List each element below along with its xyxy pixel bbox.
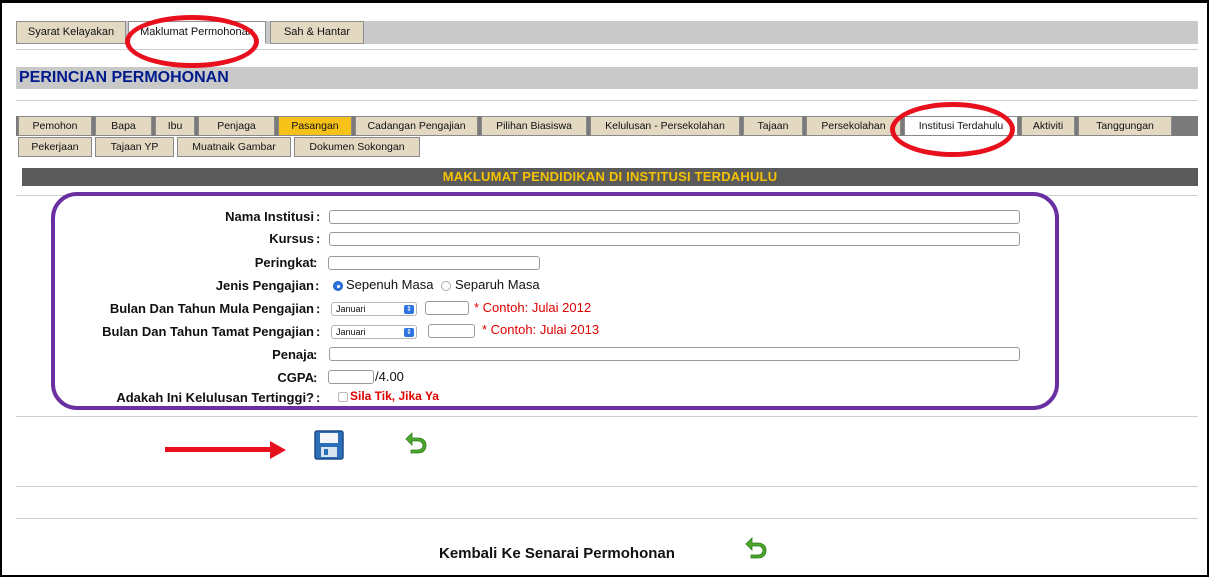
tab-aktiviti[interactable]: Aktiviti	[1021, 116, 1075, 136]
annotation-box	[51, 192, 1059, 410]
tab-tanggungan[interactable]: Tanggungan	[1078, 116, 1172, 136]
tab-ibu[interactable]: Ibu	[155, 116, 195, 136]
divider	[16, 486, 1198, 487]
tab-persekolahan[interactable]: Persekolahan	[806, 116, 901, 136]
annotation-circle	[125, 15, 259, 68]
tab-pilihan-biasiswa[interactable]: Pilihan Biasiswa	[481, 116, 587, 136]
annotation-arrow	[165, 447, 271, 452]
sub-tab-bar: Pemohon Bapa Ibu Penjaga Pasangan Cadang…	[16, 116, 1198, 136]
annotation-arrow-head	[270, 441, 286, 459]
floppy-disk-icon[interactable]	[314, 430, 344, 460]
tab-cadangan-pengajian[interactable]: Cadangan Pengajian	[355, 116, 478, 136]
back-to-list-link[interactable]: Kembali Ke Senarai Permohonan	[439, 545, 675, 562]
tab-bapa[interactable]: Bapa	[95, 116, 152, 136]
tab-tajaan-yp[interactable]: Tajaan YP	[95, 137, 174, 157]
tab-pemohon[interactable]: Pemohon	[18, 116, 92, 136]
tab-tajaan[interactable]: Tajaan	[743, 116, 803, 136]
sub-tab-bar-row2: Pekerjaan Tajaan YP Muatnaik Gambar Doku…	[16, 137, 421, 157]
tab-sah-hantar[interactable]: Sah & Hantar	[270, 21, 364, 44]
tab-penjaga[interactable]: Penjaga	[198, 116, 275, 136]
return-arrow-icon[interactable]	[404, 430, 428, 454]
form-heading: MAKLUMAT PENDIDIKAN DI INSTITUSI TERDAHU…	[442, 169, 778, 184]
divider	[16, 518, 1198, 519]
tab-syarat-kelayakan[interactable]: Syarat Kelayakan	[16, 21, 126, 44]
tab-kelulusan-persekolahan[interactable]: Kelulusan - Persekolahan	[590, 116, 740, 136]
return-arrow-icon[interactable]	[744, 535, 768, 559]
divider	[16, 416, 1198, 417]
page-title: PERINCIAN PERMOHONAN	[19, 69, 229, 86]
annotation-circle	[890, 102, 1015, 157]
tab-pekerjaan[interactable]: Pekerjaan	[18, 137, 92, 157]
divider	[16, 100, 1198, 101]
section-title-bar: PERINCIAN PERMOHONAN	[16, 67, 1198, 89]
tab-pasangan[interactable]: Pasangan	[278, 116, 352, 136]
tab-muatnaik-gambar[interactable]: Muatnaik Gambar	[177, 137, 291, 157]
form-heading-bar: MAKLUMAT PENDIDIKAN DI INSTITUSI TERDAHU…	[22, 168, 1198, 186]
tab-dokumen-sokongan[interactable]: Dokumen Sokongan	[294, 137, 420, 157]
